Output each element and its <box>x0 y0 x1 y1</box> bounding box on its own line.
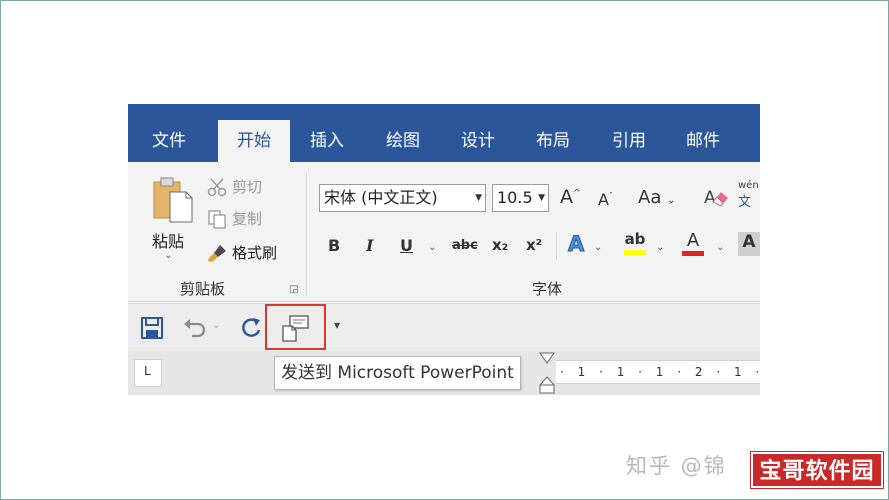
chevron-down-icon[interactable]: ⌄ <box>656 242 664 253</box>
scissors-icon <box>207 177 227 196</box>
highlight-box <box>265 304 326 350</box>
quick-access-toolbar: ⌄ ▾ <box>128 303 760 351</box>
strikethrough-button[interactable]: abc <box>452 238 478 253</box>
font-color-bar <box>682 251 704 256</box>
grow-font-label: A <box>560 186 573 208</box>
tab-references[interactable]: 引用 <box>598 126 660 162</box>
save-icon[interactable] <box>140 316 164 340</box>
horizontal-ruler[interactable]: · 1 · 1 · 1 · 2 · 1 · 3 · 1 <box>556 360 760 384</box>
copy-icon <box>208 209 226 229</box>
undo-icon[interactable] <box>182 316 208 340</box>
italic-button[interactable]: I <box>366 236 373 255</box>
phonetic-guide-button[interactable]: wén 文 <box>738 180 760 214</box>
tab-insert[interactable]: 插入 <box>296 126 358 162</box>
tab-stop-l-label: L <box>144 364 151 378</box>
tab-home[interactable]: 开始 <box>218 120 290 162</box>
font-color-label: A <box>686 230 700 251</box>
word-window: 文件 开始 插入 绘图 设计 布局 引用 邮件 粘贴 ⌄ 剪切 复制 格式刷 剪… <box>128 104 760 395</box>
clipboard-group-label: 剪贴板 <box>180 280 226 298</box>
clipboard-icon <box>153 177 193 223</box>
highlight-color-bar <box>624 250 646 255</box>
clear-formatting-icon[interactable]: A <box>704 186 730 208</box>
tab-selector-button[interactable]: L <box>134 359 162 387</box>
copy-button[interactable]: 复制 <box>206 208 262 229</box>
character-shading-button[interactable]: A <box>738 232 760 256</box>
change-case-button[interactable]: Aa ⌄ <box>638 187 675 208</box>
chevron-down-icon: ▼ <box>475 193 482 203</box>
format-painter-label: 格式刷 <box>232 244 278 262</box>
font-group-label: 字体 <box>532 280 563 298</box>
svg-text:A: A <box>704 188 716 208</box>
subscript-button[interactable]: x₂ <box>492 236 508 254</box>
paintbrush-icon <box>208 244 226 262</box>
tab-mailings[interactable]: 邮件 <box>672 126 734 162</box>
tab-layout[interactable]: 布局 <box>522 126 584 162</box>
bold-button[interactable]: B <box>328 236 340 255</box>
shrink-font-label: A <box>598 190 609 209</box>
copy-label: 复制 <box>232 210 263 228</box>
chevron-down-icon[interactable]: ⌄ <box>428 242 436 253</box>
ruler-row: L · 1 · 1 · 1 · 2 · 1 · 3 · 1 发送到 Micros… <box>128 351 760 395</box>
shrink-font-button[interactable]: Aˇ <box>598 190 613 209</box>
cut-label: 剪切 <box>232 178 263 196</box>
ruler-marks: · 1 · 1 · 1 · 2 · 1 · 3 · 1 <box>560 365 760 379</box>
cut-button[interactable]: 剪切 <box>206 176 262 197</box>
redo-icon[interactable] <box>239 316 263 340</box>
undo-dropdown-icon[interactable]: ⌄ <box>212 320 220 331</box>
chevron-down-icon: ▼ <box>538 193 545 203</box>
tab-file[interactable]: 文件 <box>138 126 200 162</box>
highlight-color-button[interactable]: ab <box>622 230 648 260</box>
format-painter-button[interactable]: 格式刷 <box>206 242 277 263</box>
chevron-down-icon: ⌄ <box>164 250 173 261</box>
font-name-combo[interactable]: 宋体 (中文正文) ▼ <box>319 184 486 212</box>
paste-button[interactable]: 粘贴 ⌄ <box>146 172 194 264</box>
ribbon-home: 粘贴 ⌄ 剪切 复制 格式刷 剪贴板 ◲ 宋体 (中文正文) ▼ 10.5 ▼ … <box>128 162 760 302</box>
superscript-button[interactable]: x² <box>526 236 542 254</box>
divider <box>556 232 557 260</box>
highlighter-label: ab <box>624 230 646 248</box>
clipboard-dialog-launcher-icon[interactable]: ◲ <box>289 284 298 295</box>
group-separator <box>306 172 307 296</box>
chevron-down-icon: ⌄ <box>667 195 676 206</box>
font-size-combo[interactable]: 10.5 ▼ <box>492 184 549 212</box>
wen-label: wén <box>738 180 759 191</box>
change-case-label: Aa <box>638 187 662 208</box>
zhihu-watermark: 知乎 @锦 <box>626 454 727 478</box>
paste-label: 粘贴 <box>152 232 185 251</box>
text-effects-button[interactable]: A <box>567 232 584 257</box>
font-name-value: 宋体 (中文正文) <box>324 188 438 207</box>
grow-font-button[interactable]: A^ <box>560 186 581 208</box>
wen-char: 文 <box>738 195 752 210</box>
chevron-down-icon[interactable]: ⌄ <box>716 242 724 253</box>
tab-draw[interactable]: 绘图 <box>372 126 434 162</box>
tab-design[interactable]: 设计 <box>447 126 509 162</box>
customize-qat-button[interactable]: ▾ <box>334 318 340 332</box>
font-color-button[interactable]: A <box>680 230 706 260</box>
send-to-powerpoint-tooltip: 发送到 Microsoft PowerPoint <box>274 356 521 390</box>
chevron-down-icon[interactable]: ⌄ <box>594 242 602 253</box>
font-size-value: 10.5 <box>497 188 533 207</box>
ribbon-tab-bar: 文件 开始 插入 绘图 设计 布局 引用 邮件 <box>128 104 760 162</box>
site-stamp-watermark: 宝哥软件园 <box>751 452 883 488</box>
indent-marker-icon[interactable] <box>538 351 556 395</box>
underline-button[interactable]: U <box>400 236 413 255</box>
